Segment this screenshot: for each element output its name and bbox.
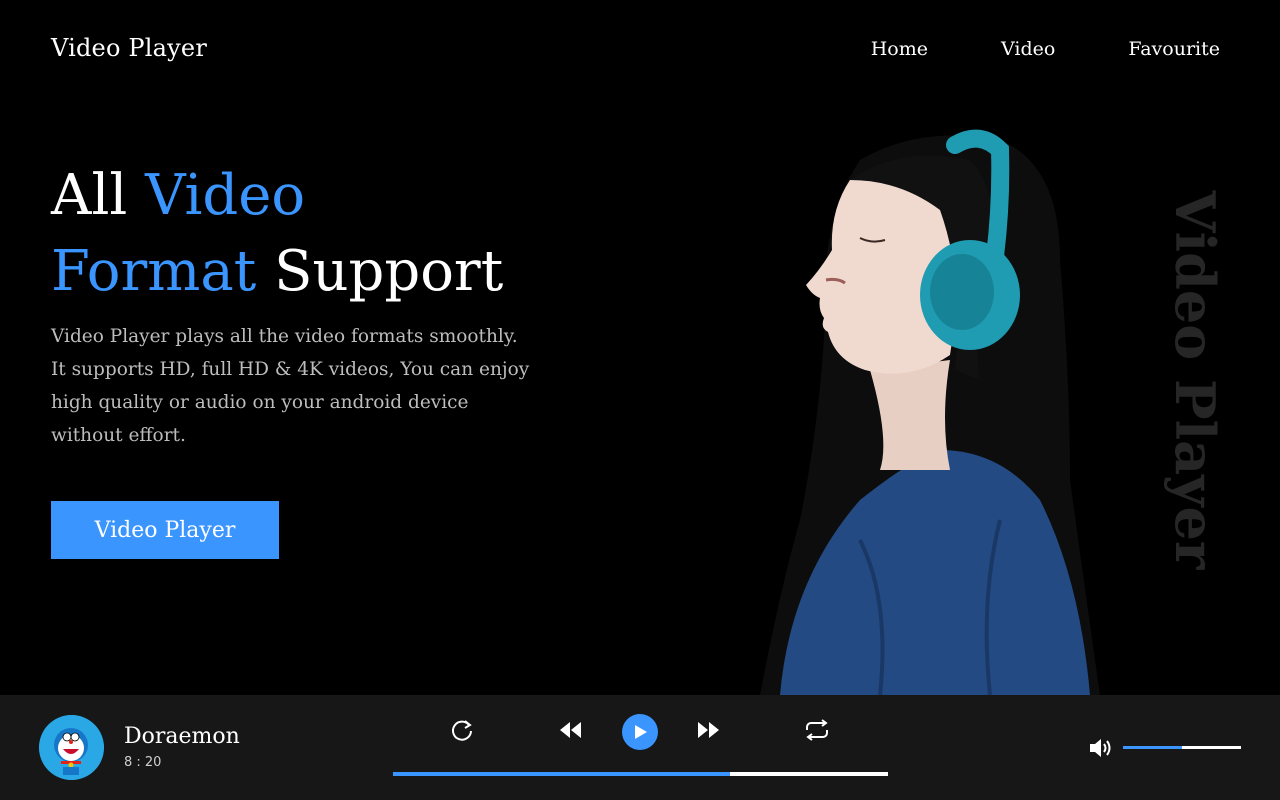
hero-headline: All Video Format Support [51,158,503,310]
woman-with-headphones-image [760,129,1100,695]
nav-video-link[interactable]: Video [1001,38,1055,60]
playback-progress-fill [393,772,730,776]
doraemon-icon [39,715,104,780]
rewind-button[interactable] [554,713,588,747]
hero-description: Video Player plays all the video formats… [51,326,530,446]
rewind-icon [560,722,581,738]
doraemon-avatar[interactable] [39,715,104,780]
headline-video: Video [145,163,306,228]
headline-all: All [51,163,146,228]
nav-home-link[interactable]: Home [871,38,928,60]
repeat-icon [806,719,828,741]
nav-favourite-link[interactable]: Favourite [1128,38,1220,60]
fast-forward-button[interactable] [691,713,725,747]
replay-button[interactable] [445,713,479,747]
top-header: Video Player Home Video Favourite [0,0,1280,100]
speaker-icon [1090,739,1111,757]
vertical-title-text: Video Player [1163,190,1227,570]
volume-icon[interactable] [1088,736,1116,760]
play-icon [635,725,647,739]
main-nav: Home Video Favourite [871,38,1220,60]
vertical-watermark-title: Video Player [1160,180,1230,580]
brand-logo[interactable]: Video Player [51,34,207,62]
video-player-button[interactable]: Video Player [51,501,279,559]
volume-slider-fill [1123,746,1182,749]
fast-forward-icon [698,722,719,738]
volume-slider[interactable] [1123,746,1241,749]
headline-format: Format [51,239,257,304]
track-time: 8 : 20 [124,755,162,770]
player-bar: Doraemon 8 : 20 [0,695,1280,800]
play-button[interactable] [622,714,658,750]
track-title: Doraemon [124,724,240,749]
headline-support: Support [256,239,504,304]
playback-progress-bar[interactable] [393,772,888,776]
repeat-button[interactable] [800,713,834,747]
replay-icon [452,720,472,741]
